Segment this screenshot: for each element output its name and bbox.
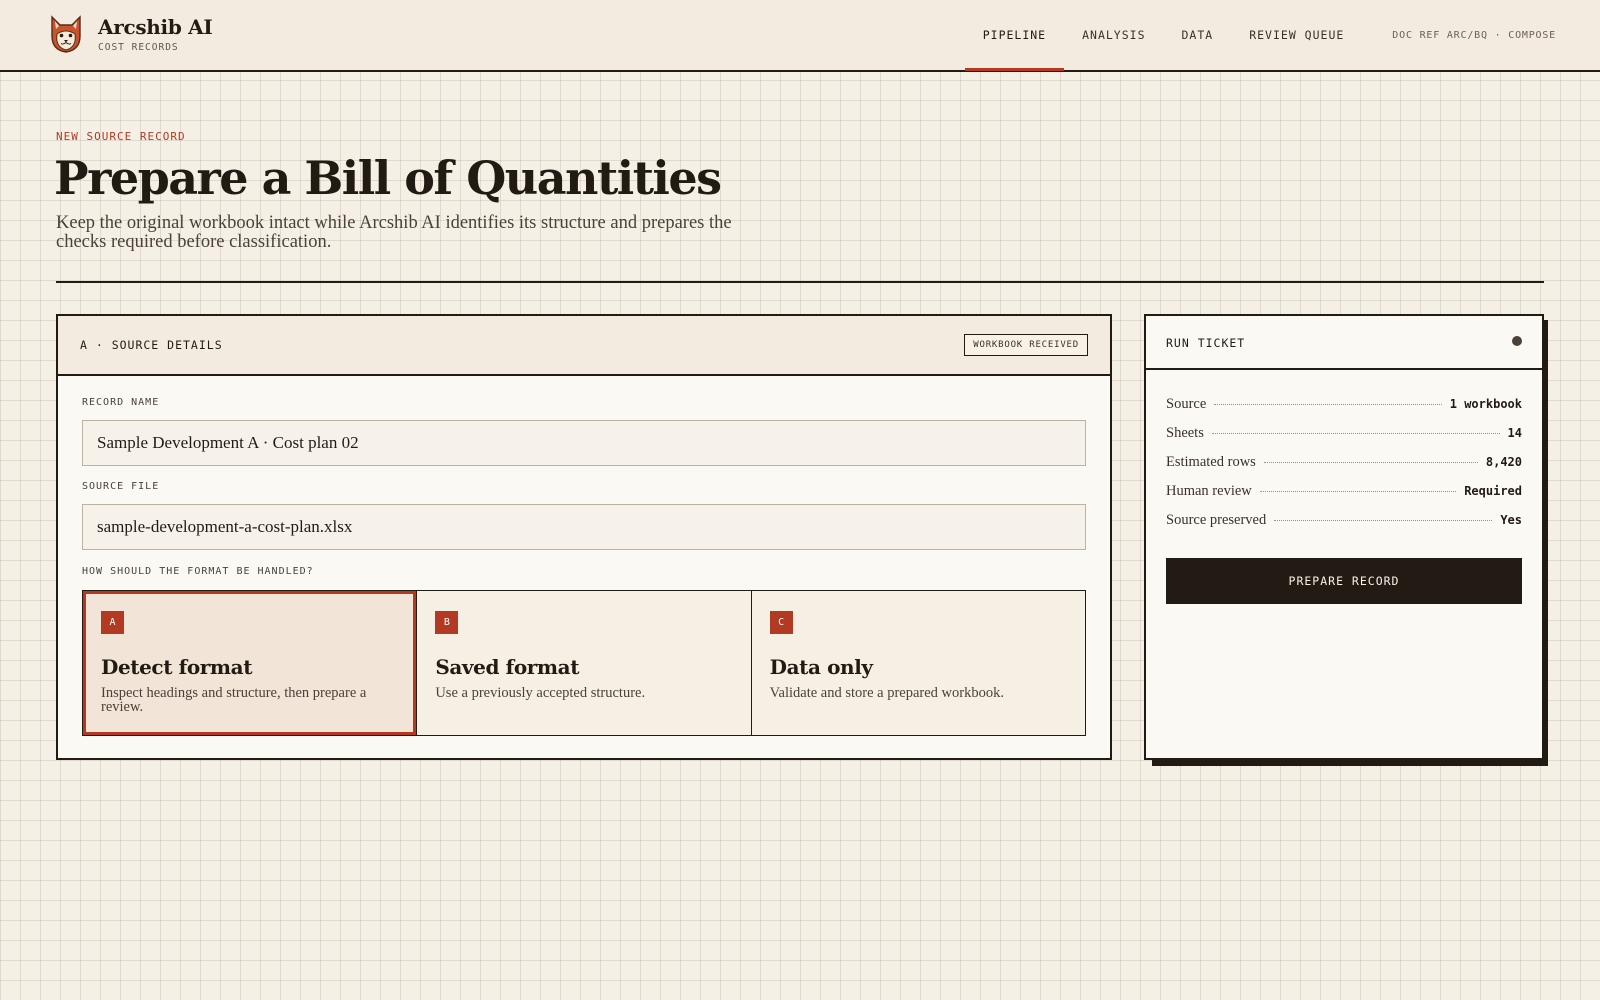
status-dot-icon xyxy=(1512,336,1522,346)
status-badge: WORKBOOK RECEIVED xyxy=(964,334,1088,356)
source-details-header: A · SOURCE DETAILS WORKBOOK RECEIVED xyxy=(58,316,1110,376)
doc-reference: DOC REF ARC/BQ · COMPOSE xyxy=(1392,29,1556,41)
top-bar: Arcshib AI COST RECORDS PIPELINE ANALYSI… xyxy=(0,0,1600,72)
run-ticket-panel: RUN TICKET Source 1 workbook Sheets 14 E… xyxy=(1144,314,1544,760)
summary-value: Yes xyxy=(1500,513,1522,527)
option-description: Validate and store a prepared workbook. xyxy=(769,685,1004,701)
run-ticket-summary: Source 1 workbook Sheets 14 Estimated ro… xyxy=(1166,396,1522,541)
leader-dots xyxy=(1214,404,1442,405)
format-question-label: HOW SHOULD THE FORMAT BE HANDLED? xyxy=(82,566,314,577)
prepare-record-button[interactable]: PREPARE RECORD xyxy=(1166,558,1522,604)
main-nav: PIPELINE ANALYSIS DATA REVIEW QUEUE DOC … xyxy=(964,0,1600,71)
option-letter-badge: A xyxy=(101,611,124,634)
source-details-title: A · SOURCE DETAILS xyxy=(80,338,223,352)
option-title: Saved format xyxy=(435,655,580,679)
section-divider xyxy=(56,281,1544,283)
summary-key: Estimated rows xyxy=(1166,454,1256,470)
nav-item-analysis[interactable]: ANALYSIS xyxy=(1064,0,1163,70)
summary-row: Human review Required xyxy=(1166,483,1522,512)
page-description: Keep the original workbook intact while … xyxy=(56,213,732,252)
summary-value: 1 workbook xyxy=(1449,397,1522,411)
summary-value: Required xyxy=(1464,484,1522,498)
page-eyebrow: NEW SOURCE RECORD xyxy=(56,130,186,143)
page-title: Prepare a Bill of Quantities xyxy=(54,151,722,205)
source-file-label: SOURCE FILE xyxy=(82,481,160,492)
option-letter-badge: B xyxy=(435,611,459,634)
brand-name: Arcshib AI xyxy=(98,15,213,39)
format-options: A Detect format Inspect headings and str… xyxy=(82,590,1086,736)
nav-item-review-queue[interactable]: REVIEW QUEUE xyxy=(1231,0,1362,70)
format-option-saved[interactable]: B Saved format Use a previously accepted… xyxy=(417,591,752,735)
summary-key: Sheets xyxy=(1166,425,1204,441)
source-details-panel: A · SOURCE DETAILS WORKBOOK RECEIVED REC… xyxy=(56,314,1112,760)
record-name-input[interactable] xyxy=(82,420,1086,466)
leader-dots xyxy=(1274,520,1493,521)
summary-row: Source 1 workbook xyxy=(1166,396,1522,425)
option-letter-badge: C xyxy=(769,611,793,634)
run-ticket-header: RUN TICKET xyxy=(1146,316,1542,370)
leader-dots xyxy=(1211,433,1500,434)
summary-key: Human review xyxy=(1166,483,1252,499)
summary-key: Source preserved xyxy=(1166,512,1267,528)
summary-row: Source preserved Yes xyxy=(1166,512,1522,541)
summary-value: 14 xyxy=(1507,426,1522,440)
format-option-data-only[interactable]: C Data only Validate and store a prepare… xyxy=(752,591,1085,735)
record-name-label: RECORD NAME xyxy=(82,397,160,408)
brand-subtitle: COST RECORDS xyxy=(98,42,179,53)
option-title: Data only xyxy=(769,655,873,679)
summary-key: Source xyxy=(1166,396,1207,412)
nav-item-data[interactable]: DATA xyxy=(1164,0,1232,70)
leader-dots xyxy=(1263,462,1478,463)
option-description: Inspect headings and structure, then pre… xyxy=(101,685,367,715)
brand[interactable]: Arcshib AI COST RECORDS xyxy=(48,14,213,54)
nav-item-pipeline[interactable]: PIPELINE xyxy=(964,0,1065,71)
leader-dots xyxy=(1259,491,1457,492)
summary-row: Estimated rows 8,420 xyxy=(1166,454,1522,483)
run-ticket-title: RUN TICKET xyxy=(1166,336,1246,350)
shiba-dog-logo-icon xyxy=(51,15,81,53)
source-file-input[interactable] xyxy=(82,504,1086,550)
option-title: Detect format xyxy=(101,655,253,679)
summary-row: Sheets 14 xyxy=(1166,425,1522,454)
option-description: Use a previously accepted structure. xyxy=(435,685,646,701)
summary-value: 8,420 xyxy=(1485,455,1522,469)
format-option-detect[interactable]: A Detect format Inspect headings and str… xyxy=(83,591,418,735)
